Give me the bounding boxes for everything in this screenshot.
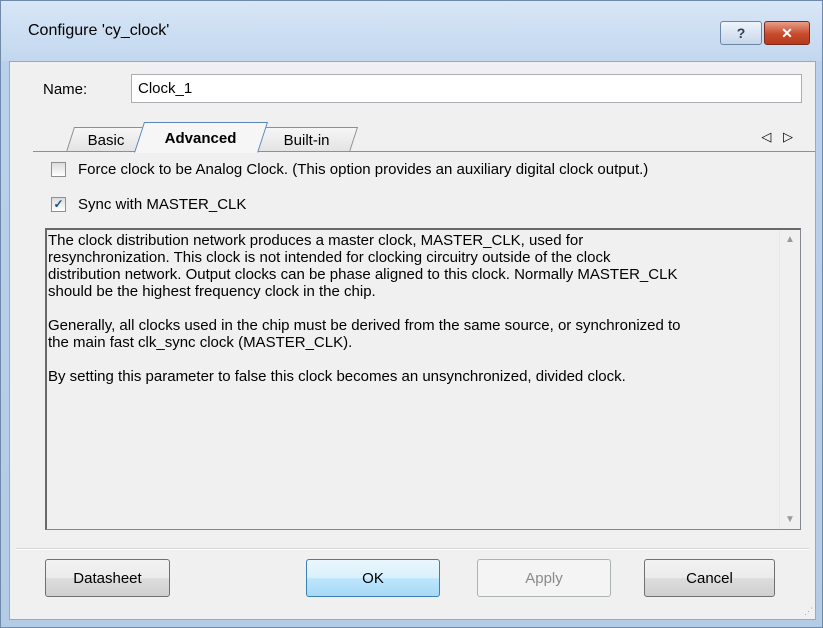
resize-grip-icon[interactable]: ⋰ — [804, 606, 813, 617]
apply-button[interactable]: Apply — [477, 559, 611, 597]
tab-basic[interactable]: Basic — [65, 127, 147, 152]
scroll-up-icon[interactable]: ▲ — [780, 234, 800, 245]
description-text: The clock distribution network produces … — [48, 232, 681, 385]
close-icon: ✕ — [781, 24, 793, 41]
analog-clock-checkbox[interactable] — [51, 162, 66, 177]
configure-dialog: Configure 'cy_clock' ? ✕ Name: Basic Adv… — [0, 0, 823, 628]
close-button[interactable]: ✕ — [764, 21, 810, 45]
title-bar: Configure 'cy_clock' ? ✕ — [1, 1, 822, 61]
button-separator — [16, 548, 809, 550]
cancel-button[interactable]: Cancel — [644, 559, 775, 597]
analog-clock-label: Force clock to be Analog Clock. (This op… — [78, 161, 649, 178]
name-label: Name: — [43, 81, 88, 98]
datasheet-button[interactable]: Datasheet — [45, 559, 170, 597]
tab-built-in[interactable]: Built-in — [255, 127, 359, 152]
scroll-down-icon[interactable]: ▼ — [780, 514, 800, 525]
ok-button[interactable]: OK — [306, 559, 440, 597]
tab-advanced[interactable]: Advanced — [133, 122, 269, 153]
sync-master-clk-option[interactable]: ✓ Sync with MASTER_CLK — [51, 196, 246, 213]
sync-master-clk-checkbox[interactable]: ✓ — [51, 197, 66, 212]
tab-strip: Basic Advanced Built-in ◁ ▷ — [10, 122, 815, 153]
sync-master-clk-label: Sync with MASTER_CLK — [78, 196, 247, 213]
analog-clock-option[interactable]: Force clock to be Analog Clock. (This op… — [51, 161, 648, 178]
name-input[interactable] — [131, 74, 802, 103]
tab-built-in-label: Built-in — [283, 132, 330, 149]
window-title: Configure 'cy_clock' — [28, 22, 170, 39]
tab-scroll-arrows-icon[interactable]: ◁ ▷ — [761, 129, 797, 145]
description-scrollbar[interactable]: ▲ ▼ — [779, 230, 800, 529]
tab-advanced-label: Advanced — [164, 130, 237, 147]
description-box: The clock distribution network produces … — [45, 228, 801, 530]
help-icon: ? — [736, 25, 746, 41]
dialog-body: Name: Basic Advanced Built-in ◁ ▷ Force … — [9, 61, 816, 620]
help-button[interactable]: ? — [720, 21, 762, 45]
tab-basic-label: Basic — [87, 132, 125, 149]
